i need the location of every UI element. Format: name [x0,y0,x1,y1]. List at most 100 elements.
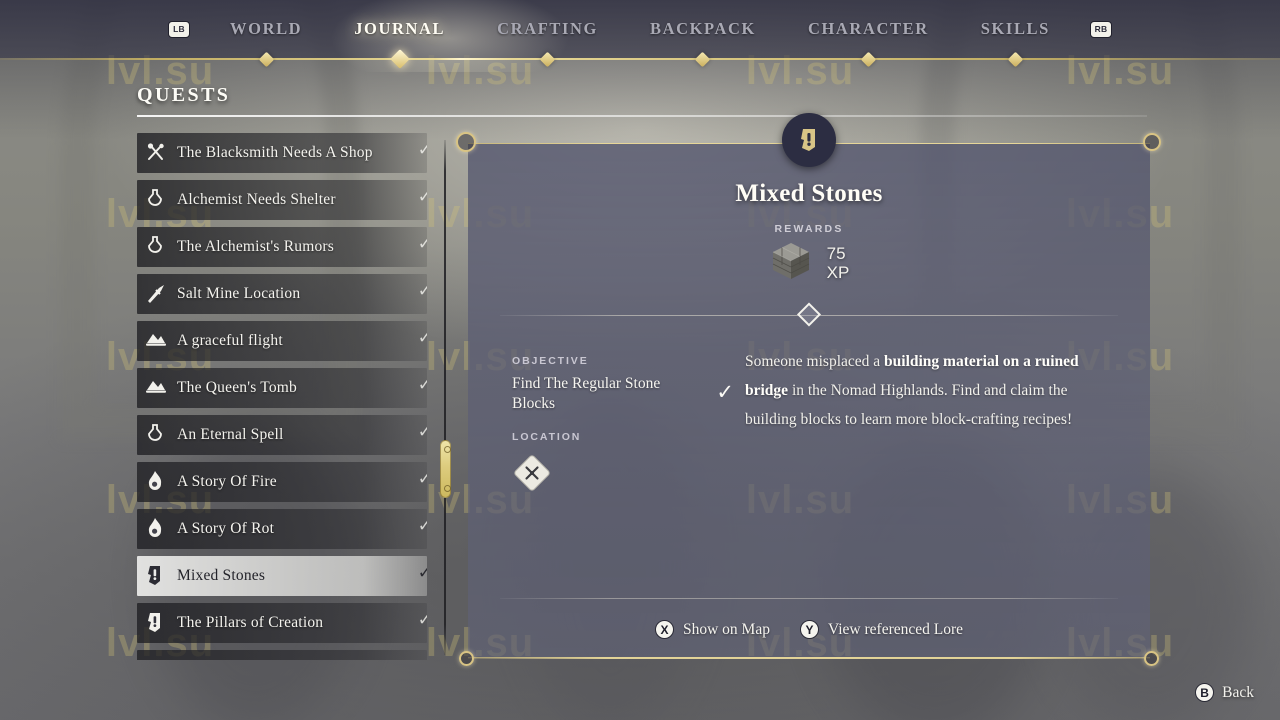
quest-list-item-label: Mixed Stones [177,567,266,584]
back-prompt[interactable]: B Back [1195,683,1254,702]
quest-list-item[interactable]: Mixed Stones ✓ [137,556,427,596]
quest-list-item-label: Alchemist Needs Shelter [177,191,336,208]
description-segment: Someone misplaced a [745,353,885,370]
quest-list-item[interactable]: The Queen's Tomb ✓ [137,368,427,408]
quest-list[interactable]: The Blacksmith Needs A Shop ✓ Alchemist Ne… [137,133,427,660]
nav-gold-rail [0,49,1280,69]
scrollbar-thumb[interactable] [440,440,451,498]
corner-ornament-bottom-left [459,651,474,666]
location-block: LOCATION [512,431,732,498]
quest-list-item-label: The Alchemist's Rumors [177,238,335,255]
quest-completed-check-icon: ✓ [417,187,427,207]
quest-list-item-label: The Queen's Tomb [177,379,297,396]
quest-title: Mixed Stones [735,180,883,207]
quest-list-item[interactable]: A graceful flight ✓ [137,321,427,361]
potion-icon [145,188,167,212]
panel-bottom-edge [468,657,1150,659]
quest-scroll-icon-glyph [801,129,815,151]
quest-completed-check-icon: ✓ [417,281,427,301]
quest-scroll-icon [782,113,836,167]
description-segment: in the Nomad Highlands. Find and claim t… [745,382,1073,429]
action-prompts[interactable]: X Show on Map Y View referenced Lore [468,620,1150,639]
nav-tabs[interactable]: LB WORLD JOURNAL CRAFTING BACKPACK CHARACTER S… [0,0,1280,58]
objective-check-icon: ✓ [716,380,734,404]
mountain-icon [145,329,167,353]
quest-completed-check-icon: ✓ [417,516,427,536]
pickaxe-icon [145,282,167,306]
tab-crafting[interactable]: CRAFTING [471,19,624,39]
quest-list-item[interactable]: Salt Mine Location ✓ [137,274,427,314]
quest-detail-panel: Mixed Stones REWARDS 75 XP OBJECTIVE Fin… [456,113,1161,666]
stone-block-icon [769,239,813,288]
corner-ornament-top-left [456,132,476,152]
location-label: LOCATION [512,431,582,443]
y-button-icon: Y [799,620,819,639]
rail-line [0,58,1280,60]
scroll-icon [145,564,167,588]
tab-backpack[interactable]: BACKPACK [624,19,782,39]
tab-skills[interactable]: SKILLS [955,19,1076,39]
quest-list-item[interactable]: An Eternal Spell ✓ [137,415,427,455]
quest-list-item[interactable]: The Alchemist's Rumors ✓ [137,227,427,267]
quest-completed-check-icon: ✓ [417,422,427,442]
quest-list-item[interactable]: A Story Of Fire ✓ [137,462,427,502]
objective-text: Find The Regular Stone Blocks [512,375,661,412]
quest-completed-check-icon: ✓ [417,469,427,489]
quest-description: Someone misplaced a building material on… [745,347,1115,434]
blacksmith-marker-icon[interactable] [512,453,732,498]
quest-list-item-label: The Blacksmith Needs A Shop [177,144,373,161]
page-header: QUESTS [137,84,1147,117]
rewards-label: REWARDS [774,223,844,235]
page-title: QUESTS [137,84,231,106]
quest-completed-check-icon: ✓ [417,328,427,348]
header-divider [137,115,1147,117]
quest-completed-check-icon: ✓ [418,659,427,661]
corner-ornament-bottom-right [1144,651,1159,666]
quest-list-scrollbar[interactable] [440,140,451,655]
objective-block: OBJECTIVE Find The Regular Stone Blocks … [512,355,734,414]
quest-list-item[interactable]: The Pillars of Creation ✓ [137,603,427,643]
top-navigation-bar: LB WORLD JOURNAL CRAFTING BACKPACK CHARACTER S… [0,0,1280,72]
divider-diamond-icon [796,302,822,327]
action-show-on-map[interactable]: X Show on Map [654,620,770,639]
scrollbar-track [444,140,446,655]
flame-icon [145,470,167,494]
mountain-icon [145,376,167,400]
quest-list-item[interactable]: Alchemist Needs Shelter ✓ [137,180,427,220]
back-label: Back [1222,683,1254,701]
actions-divider [500,598,1118,599]
quest-completed-check-icon: ✓ [417,610,427,630]
quest-list-item-label: A Story Of Fire [177,473,277,490]
reward-row: 75 XP [468,239,1150,288]
quest-list-item-label: The Pillars of Creation [177,614,324,631]
quest-list-item[interactable]: Fortification✓ [137,650,427,660]
scroll-icon [145,658,167,660]
b-button-icon: B [1195,683,1215,702]
quest-completed-check-icon: ✓ [417,563,427,583]
quest-list-item-label: A Story Of Rot [177,520,275,537]
right-bumper-icon[interactable]: RB [1089,20,1112,38]
action-label: View referenced Lore [827,620,964,638]
quest-completed-check-icon: ✓ [417,140,427,160]
potion-icon [145,423,167,447]
crossed-tools-icon [145,141,167,165]
quest-list-item[interactable]: A Story Of Rot ✓ [137,509,427,549]
blacksmith-marker-icon-glyph [514,455,550,491]
left-bumper-icon[interactable]: LB [168,20,191,38]
quest-completed-check-icon: ✓ [417,234,427,254]
tab-world[interactable]: WORLD [204,19,328,39]
tab-character[interactable]: CHARACTER [782,19,955,39]
reward-amount: 75 [826,244,846,264]
stone-block-icon-glyph [772,243,809,279]
x-button-icon: X [654,620,674,639]
reward-unit: XP [826,262,850,282]
action-view-referenced-lore[interactable]: Y View referenced Lore [799,620,964,639]
quest-completed-check-icon: ✓ [417,375,427,395]
potion-icon [145,235,167,259]
scroll-icon [145,611,167,635]
reward-xp-value: 75 XP [827,245,850,281]
quest-list-item[interactable]: The Blacksmith Needs A Shop ✓ [137,133,427,173]
tab-journal[interactable]: JOURNAL [328,19,471,39]
quest-list-item-label: A graceful flight [177,332,283,349]
corner-ornament-top-right [1143,133,1161,151]
